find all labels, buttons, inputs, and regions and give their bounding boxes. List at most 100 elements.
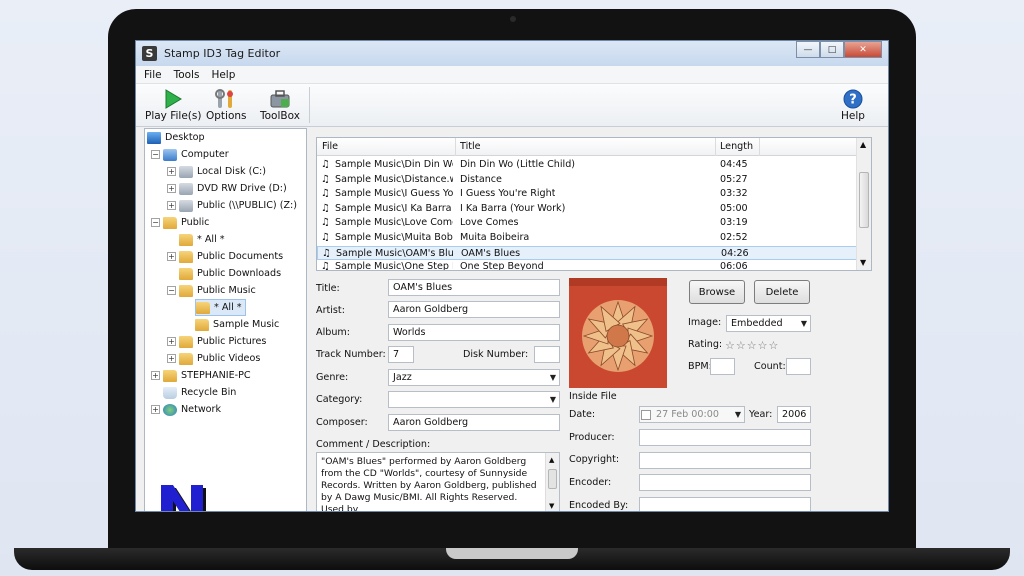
toolbox-button[interactable]: ToolBox [260, 88, 300, 122]
play-files-button[interactable]: Play File(s) [145, 88, 201, 122]
table-row[interactable]: ♫Sample Music\Distance.wmaDistance05:27 [317, 173, 858, 188]
tree-item-public-music[interactable]: − Public Music [167, 282, 256, 299]
star-icon[interactable]: ☆ [736, 339, 747, 352]
collapse-icon[interactable]: − [167, 286, 176, 295]
encoded-by-field[interactable] [639, 497, 811, 511]
play-files-label: Play File(s) [145, 110, 202, 122]
help-button[interactable]: ? Help [841, 88, 865, 122]
table-row[interactable]: ♫Sample Music\Din Din Wo ...Din Din Wo (… [317, 158, 858, 173]
column-header-file[interactable]: File [322, 141, 338, 152]
composer-label: Composer: [316, 417, 368, 428]
minimize-button[interactable]: — [796, 41, 820, 58]
play-icon [164, 88, 183, 110]
file-list[interactable]: File Title Length ♫ Sample Music\Din Din … [316, 137, 872, 271]
expand-icon[interactable]: + [167, 201, 176, 210]
composer-field[interactable]: Aaron Goldberg [388, 414, 560, 431]
menu-file[interactable]: File [144, 69, 162, 81]
music-note-icon: ♫ [322, 247, 331, 259]
track-number-field[interactable]: 7 [388, 346, 414, 363]
browse-button[interactable]: Browse [689, 280, 745, 304]
maximize-button[interactable]: □ [820, 41, 844, 58]
file-list-scrollbar[interactable]: ▲ ▼ [856, 138, 871, 270]
producer-label: Producer: [569, 432, 615, 443]
options-button[interactable]: Options [206, 88, 247, 122]
producer-field[interactable] [639, 429, 811, 446]
copyright-field[interactable] [639, 452, 811, 469]
expand-icon[interactable]: + [151, 371, 160, 380]
dvd-drive-icon [179, 182, 193, 195]
tree-item-sample-music[interactable]: Sample Music [195, 316, 279, 333]
table-row-selected[interactable]: ♫Sample Music\OAM's Blue...OAM's Blues04… [317, 245, 858, 261]
expand-icon[interactable]: + [151, 405, 160, 414]
scroll-down-icon[interactable]: ▼ [549, 500, 554, 511]
column-divider[interactable] [455, 138, 456, 156]
star-icon[interactable]: ☆ [725, 339, 736, 352]
table-row[interactable]: ♫Sample Music\Muita Bobei...Muita Boibei… [317, 231, 858, 246]
scroll-down-icon[interactable]: ▼ [860, 258, 866, 267]
rating-stars[interactable]: ☆☆☆☆☆ [725, 339, 779, 352]
scroll-up-icon[interactable]: ▲ [860, 140, 866, 149]
star-icon[interactable]: ☆ [769, 339, 780, 352]
date-picker[interactable]: 27 Feb 00:00 ▼ [639, 406, 745, 423]
comment-scrollbar[interactable]: ▲ ▼ [545, 453, 559, 511]
tree-item-stephanie-pc[interactable]: + STEPHANIE-PC [151, 367, 251, 384]
tree-item-recycle-bin[interactable]: Recycle Bin [163, 384, 236, 401]
tree-item-public-drive[interactable]: + Public (\\PUBLIC) (Z:) [167, 197, 297, 214]
genre-select[interactable]: Jazz ▼ [388, 369, 560, 386]
expand-icon[interactable]: + [167, 252, 176, 261]
tree-item-computer[interactable]: − Computer [151, 146, 229, 163]
count-field[interactable] [786, 358, 811, 375]
tree-item-local-disk[interactable]: + Local Disk (C:) [167, 163, 266, 180]
tree-item-public-pictures[interactable]: + Public Pictures [167, 333, 266, 350]
tree-item-public-videos[interactable]: + Public Videos [167, 350, 260, 367]
artist-field[interactable]: Aaron Goldberg [388, 301, 560, 318]
count-label: Count: [754, 361, 786, 372]
tree-item-music-all[interactable]: * All * [195, 299, 246, 316]
expand-icon[interactable]: + [167, 184, 176, 193]
tree-item-all[interactable]: * All * [179, 231, 225, 248]
expand-icon[interactable]: + [167, 167, 176, 176]
table-row[interactable]: ♫Sample Music\One Step B...One Step Beyo… [317, 260, 858, 270]
close-button[interactable]: ✕ [844, 41, 882, 58]
star-icon[interactable]: ☆ [747, 339, 758, 352]
tree-item-network[interactable]: + Network [151, 401, 221, 418]
table-row[interactable]: ♫ Sample Music\I Guess Yo... I Guess You'r… [317, 187, 858, 202]
table-row[interactable]: ♫Sample Music\I Ka Barra (...I Ka Barra … [317, 202, 858, 217]
menu-help[interactable]: Help [211, 69, 235, 81]
album-field[interactable]: Worlds [388, 324, 560, 341]
expand-icon[interactable]: + [167, 337, 176, 346]
scrollbar-thumb[interactable] [859, 172, 869, 228]
scrollbar-thumb[interactable] [548, 469, 557, 489]
scroll-up-icon[interactable]: ▲ [549, 454, 554, 466]
menu-tools[interactable]: Tools [174, 69, 200, 81]
tree-item-public-downloads[interactable]: Public Downloads [179, 265, 281, 282]
collapse-icon[interactable]: − [151, 150, 160, 159]
delete-button[interactable]: Delete [754, 280, 810, 304]
column-header-title[interactable]: Title [460, 141, 481, 152]
collapse-icon[interactable]: − [151, 218, 160, 227]
star-icon[interactable]: ☆ [758, 339, 769, 352]
folder-tree[interactable]: Desktop − Computer + Local Disk (C:) + DVD … [144, 128, 307, 511]
image-select[interactable]: Embedded ▼ [726, 315, 811, 332]
encoder-label: Encoder: [569, 477, 612, 488]
table-row[interactable]: ♫Sample Music\Love Come...Love Comes03:1… [317, 216, 858, 231]
column-header-length[interactable]: Length [720, 141, 753, 152]
bpm-label: BPM: [688, 361, 712, 372]
date-checkbox[interactable] [641, 410, 651, 420]
column-divider[interactable] [759, 138, 760, 156]
encoder-field[interactable] [639, 474, 811, 491]
disk-number-field[interactable] [534, 346, 560, 363]
tree-item-desktop[interactable]: Desktop [147, 129, 205, 146]
category-select[interactable]: ▼ [388, 391, 560, 408]
tree-item-public-documents[interactable]: + Public Documents [167, 248, 283, 265]
tree-item-public[interactable]: − Public [151, 214, 209, 231]
music-note-icon: ♫ [321, 217, 330, 229]
year-field[interactable]: 2006 [777, 406, 811, 423]
tree-item-dvd-drive[interactable]: + DVD RW Drive (D:) [167, 180, 287, 197]
column-divider[interactable] [715, 138, 716, 156]
title-field[interactable]: OAM's Blues [388, 279, 560, 296]
comment-textarea[interactable]: "OAM's Blues" performed by Aaron Goldber… [316, 452, 560, 511]
expand-icon[interactable]: + [167, 354, 176, 363]
dropdown-arrow-icon: ▼ [549, 395, 556, 404]
bpm-field[interactable] [710, 358, 735, 375]
